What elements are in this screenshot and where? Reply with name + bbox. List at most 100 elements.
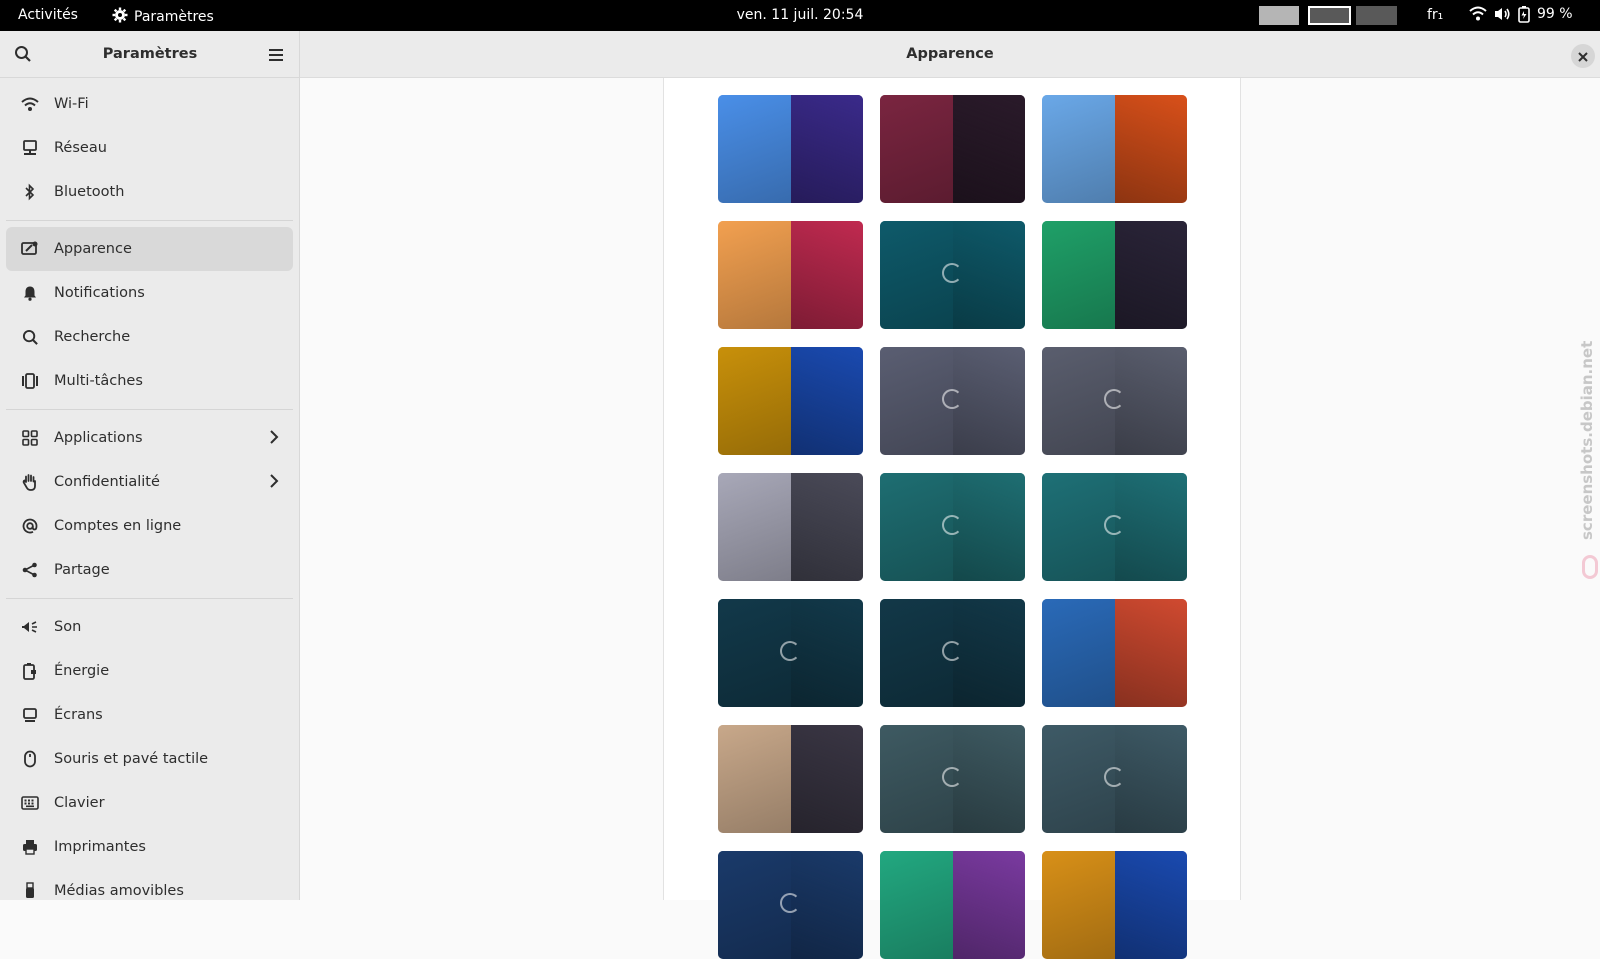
app-name-label: Paramètres — [134, 9, 214, 25]
wallpaper-dark-variant — [790, 725, 863, 833]
app-menu-button[interactable]: Paramètres — [112, 7, 214, 27]
sidebar-item-label: Écrans — [54, 707, 103, 723]
sidebar-item-power[interactable]: Énergie — [6, 649, 293, 693]
wallpaper-dark-variant — [790, 221, 863, 329]
wallpaper-thumbnail[interactable] — [1042, 599, 1187, 707]
close-button[interactable] — [1571, 44, 1595, 68]
sidebar-item-label: Médias amovibles — [54, 883, 184, 899]
swirl-logo-icon — [942, 641, 962, 661]
chevron-right-icon — [269, 473, 279, 493]
sidebar-item-appearance[interactable]: Apparence — [6, 227, 293, 271]
sidebar-item-mouse-touchpad[interactable]: Souris et pavé tactile — [6, 737, 293, 781]
sidebar-item-label: Comptes en ligne — [54, 518, 182, 534]
sidebar-item-keyboard[interactable]: Clavier — [6, 781, 293, 825]
wallpaper-dark-variant — [790, 347, 863, 455]
swirl-logo-icon — [1104, 389, 1124, 409]
workspace-2[interactable] — [1308, 6, 1351, 25]
wallpaper-dark-variant — [1114, 347, 1187, 455]
activities-button[interactable]: Activités — [18, 7, 78, 23]
wallpaper-thumbnail[interactable] — [718, 473, 863, 581]
sidebar-item-multitasking[interactable]: Multi-tâches — [6, 359, 293, 403]
wallpaper-dark-variant — [952, 725, 1025, 833]
apps-grid-icon — [20, 428, 40, 448]
battery-icon — [1517, 5, 1531, 23]
sidebar-item-label: Souris et pavé tactile — [54, 751, 209, 767]
speaker-icon — [20, 617, 40, 637]
sidebar-item-network[interactable]: Réseau — [6, 126, 293, 170]
wallpaper-thumbnail[interactable] — [718, 347, 863, 455]
usb-icon — [20, 881, 40, 900]
wallpaper-thumbnail[interactable] — [880, 347, 1025, 455]
wifi-icon — [20, 94, 40, 114]
input-source-indicator[interactable]: fr₁ — [1427, 7, 1443, 23]
wallpaper-thumbnail[interactable] — [880, 221, 1025, 329]
wallpaper-thumbnail[interactable] — [718, 599, 863, 707]
wallpaper-dark-variant — [952, 851, 1025, 959]
workspace-1[interactable] — [1259, 6, 1299, 25]
appearance-icon — [20, 239, 40, 259]
sidebar-item-sharing[interactable]: Partage — [6, 548, 293, 592]
sidebar-title: Paramètres — [102, 46, 198, 62]
wallpaper-dark-variant — [952, 221, 1025, 329]
sidebar-item-printers[interactable]: Imprimantes — [6, 825, 293, 869]
wifi-icon — [1469, 6, 1487, 22]
swirl-logo-icon — [780, 893, 800, 913]
wallpaper-thumbnail[interactable] — [718, 725, 863, 833]
sidebar-item-search[interactable]: Recherche — [6, 315, 293, 359]
search-icon[interactable] — [14, 45, 32, 67]
swirl-logo-icon — [780, 641, 800, 661]
page-title: Apparence — [906, 46, 994, 62]
main-panel: Apparence — [300, 31, 1600, 959]
wallpaper-dark-variant — [952, 95, 1025, 203]
printer-icon — [20, 837, 40, 857]
sidebar-item-label: Partage — [54, 562, 110, 578]
mouse-icon — [20, 749, 40, 769]
sidebar-item-label: Bluetooth — [54, 184, 125, 200]
workspace-3[interactable] — [1356, 6, 1397, 25]
wallpaper-thumbnail[interactable] — [1042, 347, 1187, 455]
swirl-logo-icon — [942, 263, 962, 283]
wallpaper-thumbnail[interactable] — [1042, 725, 1187, 833]
wallpaper-thumbnail[interactable] — [880, 95, 1025, 203]
sidebar-item-privacy[interactable]: Confidentialité — [6, 460, 293, 504]
sidebar-item-notifications[interactable]: Notifications — [6, 271, 293, 315]
swirl-logo-icon — [942, 515, 962, 535]
wallpaper-light-variant — [1042, 599, 1115, 707]
wallpaper-thumbnail[interactable] — [1042, 221, 1187, 329]
wallpaper-light-variant — [880, 95, 953, 203]
wallpaper-light-variant — [1042, 221, 1115, 329]
hamburger-menu-icon[interactable] — [268, 47, 284, 66]
wallpaper-grid — [718, 95, 1187, 959]
volume-icon — [1493, 6, 1511, 22]
sidebar-item-label: Clavier — [54, 795, 105, 811]
wallpaper-thumbnail[interactable] — [1042, 851, 1187, 959]
swirl-logo-icon — [1104, 515, 1124, 535]
wallpaper-dark-variant — [1114, 725, 1187, 833]
sidebar-item-label: Notifications — [54, 285, 145, 301]
sidebar-item-label: Recherche — [54, 329, 131, 345]
wallpaper-thumbnail[interactable] — [718, 221, 863, 329]
divider — [6, 220, 293, 221]
battery-percentage: 99 % — [1537, 6, 1573, 22]
wallpaper-thumbnail[interactable] — [1042, 95, 1187, 203]
wallpaper-thumbnail[interactable] — [718, 95, 863, 203]
sidebar-item-displays[interactable]: Écrans — [6, 693, 293, 737]
sidebar-item-label: Wi-Fi — [54, 96, 89, 112]
wallpaper-thumbnail[interactable] — [880, 851, 1025, 959]
battery-icon — [20, 661, 40, 681]
sidebar-item-removable-media[interactable]: Médias amovibles — [6, 869, 293, 900]
wallpaper-thumbnail[interactable] — [880, 599, 1025, 707]
divider — [6, 598, 293, 599]
sidebar-item-online-accounts[interactable]: Comptes en ligne — [6, 504, 293, 548]
sidebar-item-applications[interactable]: Applications — [6, 416, 293, 460]
sidebar-item-sound[interactable]: Son — [6, 605, 293, 649]
sidebar-item-label: Apparence — [54, 241, 132, 257]
clock[interactable]: ven. 11 juil. 20:54 — [737, 7, 864, 23]
sidebar-item-wifi[interactable]: Wi-Fi — [6, 82, 293, 126]
wallpaper-thumbnail[interactable] — [1042, 473, 1187, 581]
sidebar-item-bluetooth[interactable]: Bluetooth — [6, 170, 293, 214]
wallpaper-thumbnail[interactable] — [880, 725, 1025, 833]
wallpaper-thumbnail[interactable] — [718, 851, 863, 959]
wallpaper-thumbnail[interactable] — [880, 473, 1025, 581]
system-status-menu[interactable]: 99 % — [1469, 5, 1573, 23]
